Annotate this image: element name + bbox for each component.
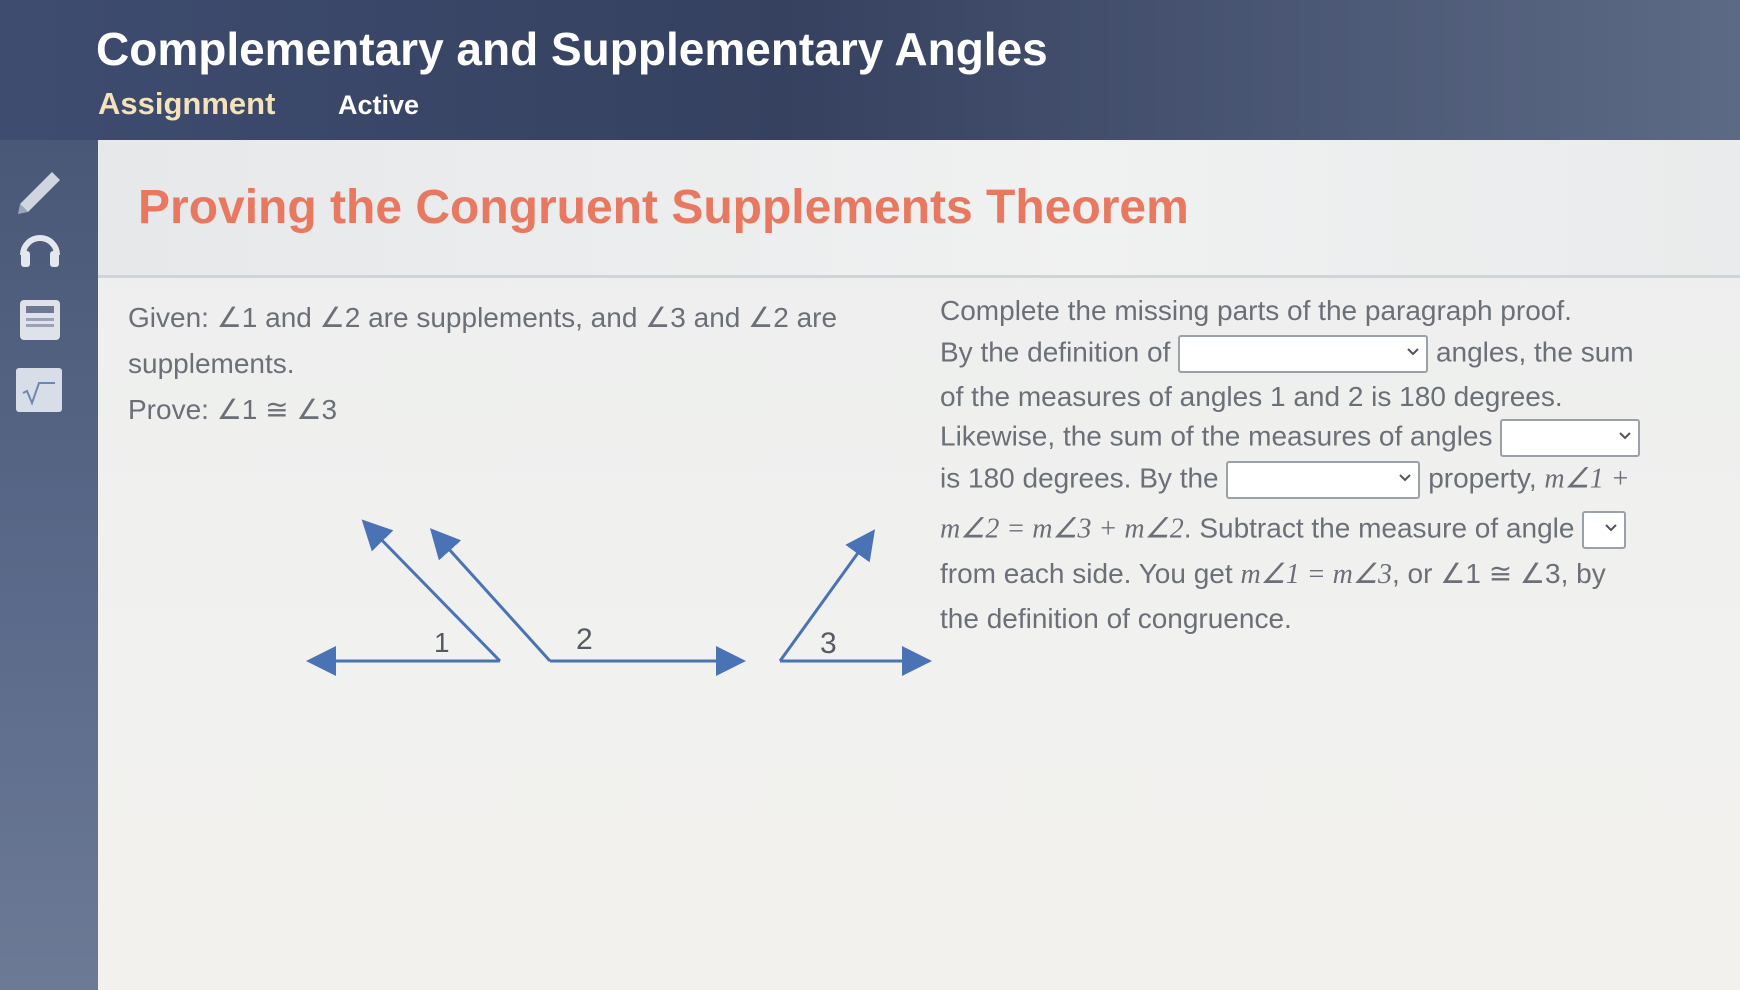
proof-text: , by	[1560, 558, 1606, 589]
proof-line-6: m∠2 = m∠3 + m∠2. Subtract the measure of…	[940, 511, 1627, 549]
chevron-down-icon	[1604, 521, 1618, 535]
proof-math: m∠1 = m∠3	[1240, 559, 1392, 590]
proof-text: angles, the sum	[1435, 336, 1634, 368]
given-prove-block: Given: ∠1 and ∠2 are supplements, and ∠3…	[128, 295, 928, 433]
proof-text: By the definition of	[940, 336, 1171, 368]
angle-type-dropdown[interactable]	[1178, 335, 1429, 373]
proof-text: . Subtract the measure of angle	[1183, 512, 1575, 544]
headphones-icon	[20, 235, 60, 267]
status-label: Active	[338, 90, 420, 120]
proof-text: , or	[1391, 558, 1433, 589]
angle-2-label: 2	[576, 623, 593, 656]
property-dropdown[interactable]	[1226, 461, 1421, 499]
lesson-header: Proving the Congruent Supplements Theore…	[98, 140, 1740, 278]
chevron-down-icon	[1406, 345, 1420, 359]
proof-text: Likewise, the sum of the measures of ang…	[940, 420, 1493, 452]
proof-text: is 180 degrees. By the	[940, 462, 1219, 494]
proof-instruction: Complete the missing parts of the paragr…	[940, 295, 1572, 326]
formula-tool[interactable]	[10, 362, 70, 418]
top-bar: Complementary and Supplementary Angles A…	[0, 0, 1740, 140]
angles-pair-dropdown[interactable]	[1500, 419, 1641, 457]
pencil-tool[interactable]	[10, 160, 70, 216]
given-line-2: supplements.	[128, 348, 295, 379]
chevron-down-icon	[1618, 429, 1632, 443]
proof-line-4: Likewise, the sum of the measures of ang…	[940, 419, 1641, 457]
tool-sidebar	[0, 140, 105, 990]
headphones-tool[interactable]	[10, 218, 70, 274]
proof-line-5: is 180 degrees. By the property, m∠1 +	[940, 461, 1630, 499]
formula-icon	[16, 368, 62, 412]
proof-math: m∠1 +	[1544, 463, 1630, 495]
angle-3-label: 3	[820, 627, 837, 660]
proof-text: property,	[1428, 462, 1537, 494]
given-line-1: Given: ∠1 and ∠2 are supplements, and ∠3…	[128, 302, 838, 333]
angle-1-label: 1	[434, 627, 450, 658]
proof-math: m∠2 = m∠3 + m∠2	[940, 513, 1184, 545]
lesson-title: Proving the Congruent Supplements Theore…	[138, 181, 1189, 234]
assignment-tab[interactable]: Assignment	[98, 86, 275, 122]
proof-line-3: of the measures of angles 1 and 2 is 180…	[940, 381, 1563, 412]
proof-line-8: the definition of congruence.	[940, 603, 1292, 634]
angle-2-side-ray	[429, 528, 552, 663]
assignment-title: Complementary and Supplementary Angles	[96, 23, 1048, 75]
calculator-icon	[20, 300, 60, 340]
lesson-panel: Proving the Congruent Supplements Theore…	[98, 140, 1740, 990]
chevron-down-icon	[1398, 471, 1412, 485]
proof-line-2: By the definition of angles, the sum	[940, 335, 1634, 373]
angle-diagram: 1 2 3	[306, 519, 932, 676]
calculator-tool[interactable]	[10, 292, 70, 348]
pencil-icon	[18, 172, 60, 214]
subtract-angle-dropdown[interactable]	[1582, 511, 1627, 549]
proof-text: from each side. You get	[940, 558, 1233, 589]
proof-math: ∠1 ≅ ∠3	[1440, 558, 1561, 589]
proof-line-7: from each side. You get m∠1 = m∠3, or ∠1…	[940, 557, 1606, 591]
prove-statement: Prove: ∠1 ≅ ∠3	[128, 394, 338, 425]
